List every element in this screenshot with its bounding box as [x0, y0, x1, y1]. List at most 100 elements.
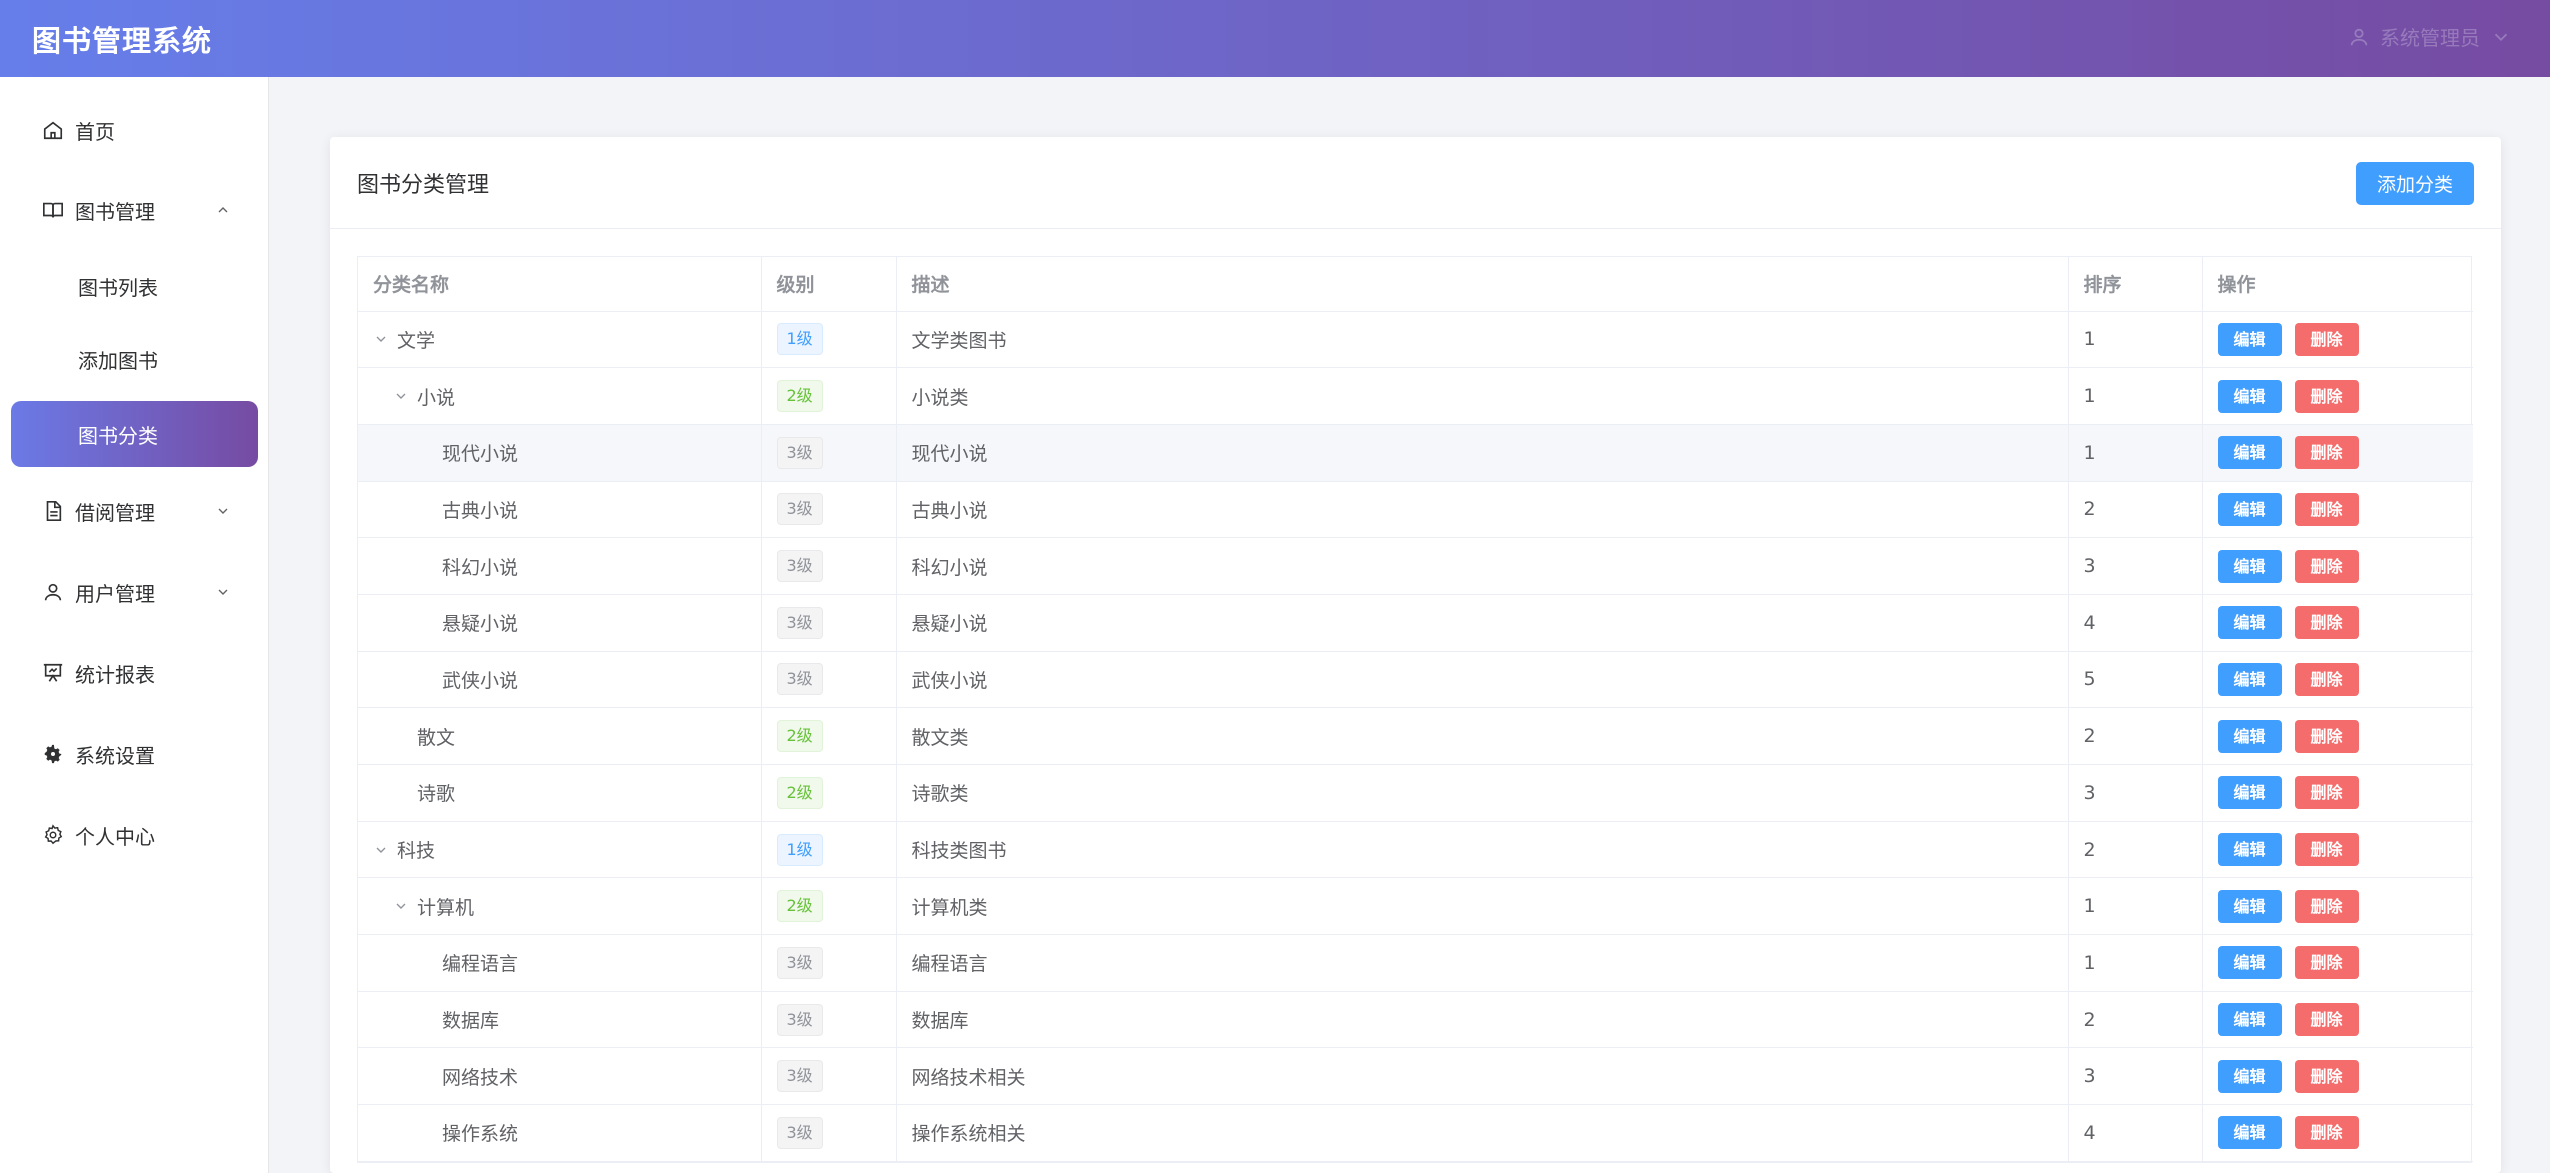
sidebar-item-label: 图书列表	[78, 275, 158, 300]
sidebar-item-statistics[interactable]: 统计报表	[11, 640, 258, 706]
expand-caret-icon[interactable]	[373, 331, 389, 347]
category-card: 图书分类管理 添加分类 分类名称 级别 描述 排序 操作 文学 1级 文学类图书 1 编…	[330, 137, 2501, 1173]
sidebar-item-label: 系统设置	[75, 743, 155, 768]
edit-button[interactable]: 编辑	[2217, 889, 2282, 923]
sidebar-item-book-management[interactable]: 图书管理	[11, 177, 258, 243]
column-header-name[interactable]: 分类名称	[358, 257, 762, 312]
actions-cell: 编辑 删除	[2202, 594, 2473, 652]
expand-caret-icon[interactable]	[393, 388, 409, 404]
sort-cell: 5	[2068, 651, 2203, 709]
category-name: 诗歌	[417, 783, 456, 806]
delete-button[interactable]: 删除	[2294, 549, 2359, 583]
table-row[interactable]: 网络技术 3级 网络技术相关 3 编辑 删除	[358, 1047, 2473, 1106]
table-row[interactable]: 编程语言 3级 编程语言 1 编辑 删除	[358, 934, 2473, 992]
category-name-cell: 散文	[358, 707, 762, 765]
sort-cell: 1	[2068, 877, 2203, 936]
chevron-down-icon	[215, 503, 231, 519]
sidebar-item-book-list[interactable]: 图书列表	[11, 253, 258, 319]
column-header-sort[interactable]: 排序	[2068, 257, 2203, 312]
delete-button[interactable]: 删除	[2294, 833, 2359, 867]
table-row[interactable]: 悬疑小说 3级 悬疑小说 4 编辑 删除	[358, 594, 2473, 652]
edit-button[interactable]: 编辑	[2217, 946, 2282, 980]
category-name-cell: 现代小说	[358, 424, 762, 482]
edit-button[interactable]: 编辑	[2217, 719, 2282, 753]
category-name: 文学	[397, 329, 436, 352]
category-name-cell: 数据库	[358, 991, 762, 1049]
description-cell: 文学类图书	[896, 311, 2069, 369]
actions-cell: 编辑 删除	[2202, 934, 2473, 992]
category-name: 数据库	[442, 1010, 500, 1033]
column-header-description[interactable]: 描述	[896, 257, 2069, 312]
delete-button[interactable]: 删除	[2294, 946, 2359, 980]
delete-button[interactable]: 删除	[2294, 776, 2359, 810]
edit-button[interactable]: 编辑	[2217, 436, 2282, 470]
edit-button[interactable]: 编辑	[2217, 549, 2282, 583]
table-row[interactable]: 文学 1级 文学类图书 1 编辑 删除	[358, 311, 2473, 369]
category-name-cell: 悬疑小说	[358, 594, 762, 652]
delete-button[interactable]: 删除	[2294, 1003, 2359, 1037]
table-row[interactable]: 诗歌 2级 诗歌类 3 编辑 删除	[358, 764, 2473, 822]
table-row[interactable]: 武侠小说 3级 武侠小说 5 编辑 删除	[358, 651, 2473, 709]
expand-caret-icon[interactable]	[393, 898, 409, 914]
edit-button[interactable]: 编辑	[2217, 606, 2282, 640]
delete-button[interactable]: 删除	[2294, 1059, 2359, 1093]
table-row[interactable]: 科技 1级 科技类图书 2 编辑 删除	[358, 821, 2473, 879]
delete-button[interactable]: 删除	[2294, 606, 2359, 640]
sidebar-item-profile[interactable]: 个人中心	[11, 802, 258, 868]
level-cell: 3级	[761, 991, 897, 1049]
delete-button[interactable]: 删除	[2294, 322, 2359, 356]
delete-button[interactable]: 删除	[2294, 379, 2359, 413]
edit-button[interactable]: 编辑	[2217, 1003, 2282, 1037]
table-row[interactable]: 数据库 3级 数据库 2 编辑 删除	[358, 991, 2473, 1049]
sidebar-item-borrow-management[interactable]: 借阅管理	[11, 478, 258, 544]
sidebar-item-book-category[interactable]: 图书分类	[11, 401, 258, 467]
edit-button[interactable]: 编辑	[2217, 1116, 2282, 1150]
table-row[interactable]: 古典小说 3级 古典小说 2 编辑 删除	[358, 481, 2473, 539]
sidebar-item-add-book[interactable]: 添加图书	[11, 326, 258, 392]
table-row[interactable]: 现代小说 3级 现代小说 1 编辑 删除	[358, 424, 2473, 482]
edit-button[interactable]: 编辑	[2217, 833, 2282, 867]
delete-button[interactable]: 删除	[2294, 436, 2359, 470]
column-header-level[interactable]: 级别	[761, 257, 897, 312]
table-row[interactable]: 计算机 2级 计算机类 1 编辑 删除	[358, 877, 2473, 936]
sidebar-item-label: 个人中心	[75, 824, 155, 849]
table-row[interactable]: 科幻小说 3级 科幻小说 3 编辑 删除	[358, 537, 2473, 595]
category-name: 网络技术	[442, 1066, 519, 1089]
level-tag: 3级	[776, 663, 823, 696]
description-cell: 小说类	[896, 367, 2069, 425]
category-name: 科幻小说	[442, 556, 519, 579]
delete-button[interactable]: 删除	[2294, 662, 2359, 696]
table-row[interactable]: 操作系统 3级 操作系统相关 4 编辑 删除	[358, 1104, 2473, 1162]
chevron-down-icon	[215, 584, 231, 600]
delete-button[interactable]: 删除	[2294, 1116, 2359, 1150]
edit-button[interactable]: 编辑	[2217, 322, 2282, 356]
sidebar-item-user-management[interactable]: 用户管理	[11, 559, 258, 625]
table-row[interactable]: 小说 2级 小说类 1 编辑 删除	[358, 367, 2473, 425]
expand-caret-icon[interactable]	[373, 842, 389, 858]
level-cell: 2级	[761, 877, 897, 936]
description-cell: 科幻小说	[896, 537, 2069, 595]
edit-button[interactable]: 编辑	[2217, 662, 2282, 696]
sidebar-item-home[interactable]: 首页	[11, 97, 258, 163]
edit-button[interactable]: 编辑	[2217, 776, 2282, 810]
edit-button[interactable]: 编辑	[2217, 492, 2282, 526]
sidebar-item-system-settings[interactable]: 系统设置	[11, 721, 258, 787]
sort-cell: 4	[2068, 594, 2203, 652]
delete-button[interactable]: 删除	[2294, 889, 2359, 923]
edit-button[interactable]: 编辑	[2217, 379, 2282, 413]
delete-button[interactable]: 删除	[2294, 492, 2359, 526]
sidebar-item-label: 用户管理	[75, 581, 155, 606]
level-tag: 3级	[776, 436, 823, 469]
delete-button[interactable]: 删除	[2294, 719, 2359, 753]
category-table: 分类名称 级别 描述 排序 操作 文学 1级 文学类图书 1 编辑 删除 小说 2级 小说类 1 编…	[357, 256, 2473, 1163]
sort-cell: 2	[2068, 481, 2203, 539]
user-menu[interactable]: 系统管理员	[2348, 22, 2512, 51]
edit-button[interactable]: 编辑	[2217, 1059, 2282, 1093]
sort-cell: 3	[2068, 1047, 2203, 1106]
level-cell: 3级	[761, 481, 897, 539]
chevron-up-icon	[215, 202, 231, 218]
table-row[interactable]: 散文 2级 散文类 2 编辑 删除	[358, 707, 2473, 765]
level-cell: 3级	[761, 1047, 897, 1106]
category-name-cell: 科技	[358, 821, 762, 879]
add-category-button[interactable]: 添加分类	[2356, 162, 2474, 205]
